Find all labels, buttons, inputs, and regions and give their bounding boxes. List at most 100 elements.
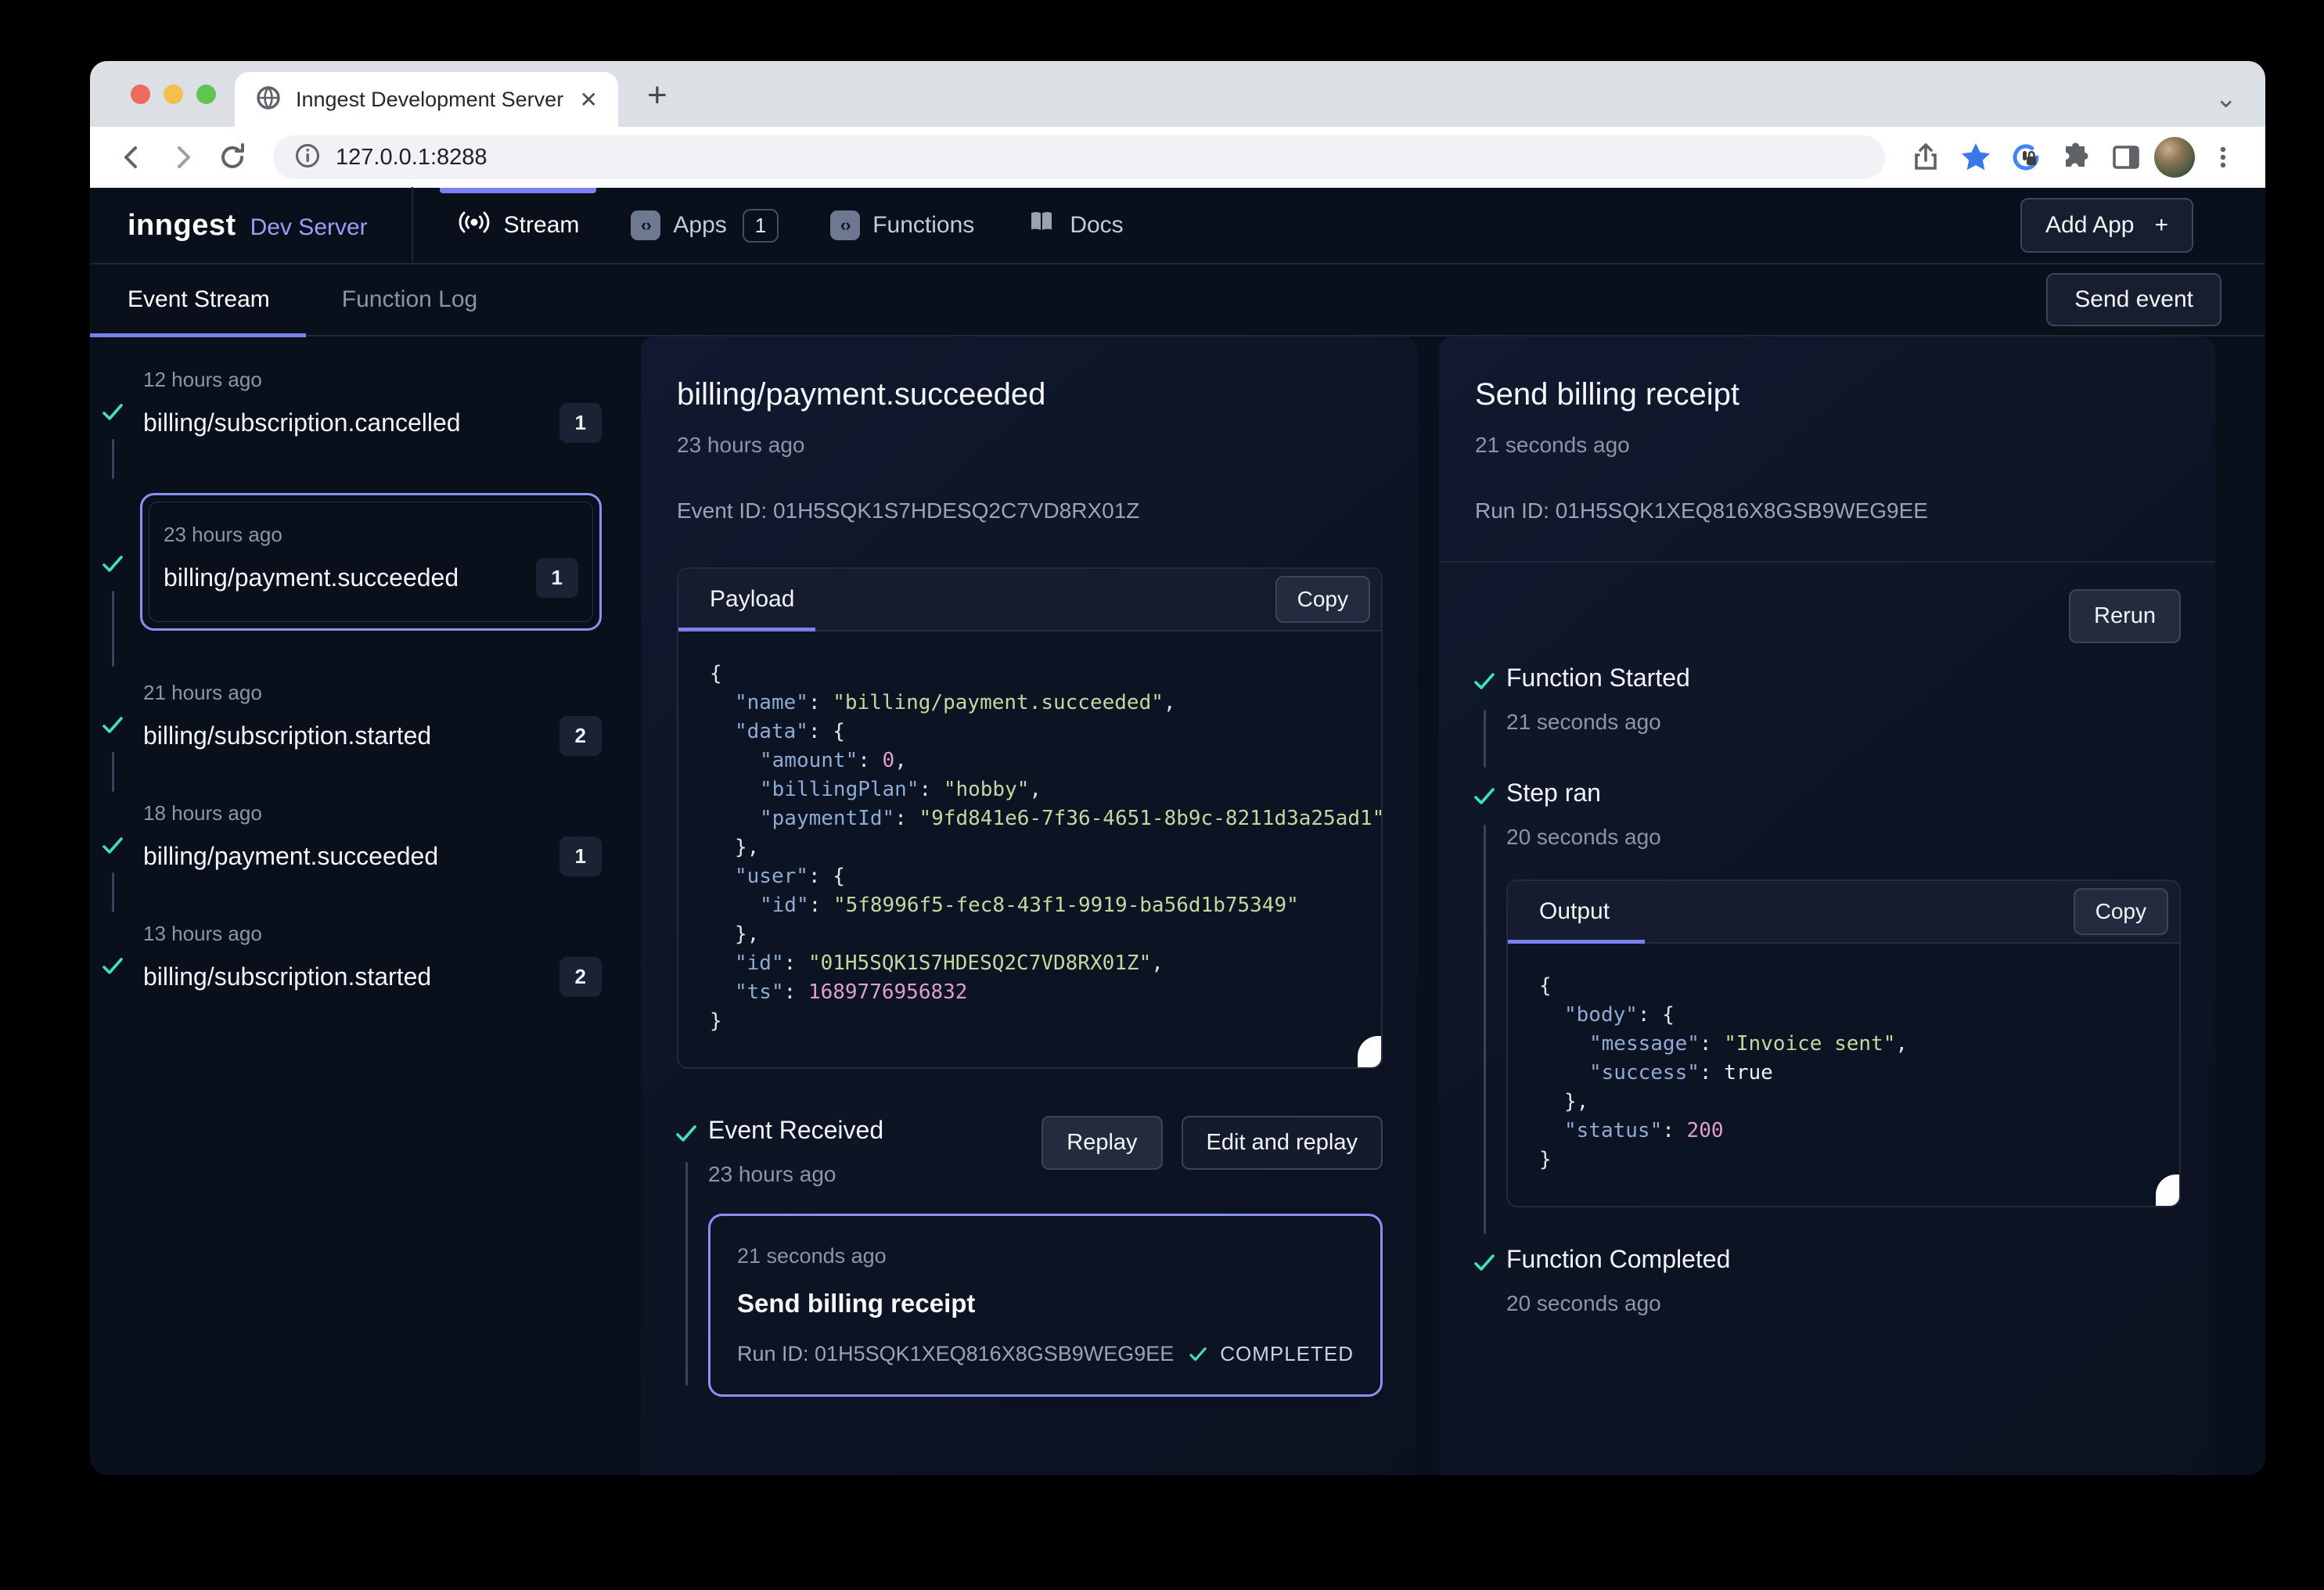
nav-item-stream[interactable]: Stream: [435, 188, 602, 263]
nav-divider: [412, 187, 413, 264]
event-title: billing/payment.succeeded: [677, 377, 1383, 412]
url-bar[interactable]: 127.0.0.1:8288: [273, 135, 1885, 179]
check-icon: [1471, 668, 1498, 699]
rerun-button[interactable]: Rerun: [2069, 589, 2181, 643]
code-line: "id": "01H5SQK1S7HDESQ2C7VD8RX01Z",: [694, 949, 1365, 978]
nav-item-functions[interactable]: ‹› Functions: [808, 188, 996, 263]
payload-card: Payload Copy {"name": "billing/payment.s…: [677, 567, 1383, 1069]
extensions-puzzle-icon[interactable]: [2054, 135, 2098, 179]
event-list-item[interactable]: 23 hours ago billing/payment.succeeded 1: [90, 493, 611, 676]
nav-item-label: Docs: [1070, 212, 1123, 239]
code-line: },: [694, 833, 1365, 862]
event-list-item[interactable]: 12 hours ago billing/subscription.cancel…: [90, 368, 611, 488]
event-item-time: 18 hours ago: [143, 801, 602, 826]
profile-avatar[interactable]: [2154, 137, 2195, 178]
side-panel-icon[interactable]: [2104, 135, 2148, 179]
step-time: 20 seconds ago: [1506, 1291, 2181, 1316]
app-logo[interactable]: inngest Dev Server: [90, 209, 412, 243]
window-controls[interactable]: [131, 85, 216, 104]
code-line: {: [694, 660, 1365, 689]
code-line: "billingPlan": "hobby",: [694, 775, 1365, 804]
reload-icon[interactable]: [210, 135, 254, 179]
kebab-menu-icon[interactable]: [2201, 135, 2245, 179]
copy-payload-button[interactable]: Copy: [1275, 576, 1370, 623]
output-json[interactable]: {"body": {"message": "Invoice sent","suc…: [1508, 944, 2179, 1206]
run-status-badge: COMPLETED: [1187, 1342, 1354, 1366]
edit-and-replay-button[interactable]: Edit and replay: [1182, 1116, 1383, 1170]
code-line: "id": "5f8996f5-fec8-43f1-9919-ba56d1b75…: [694, 891, 1365, 920]
event-count-badge: 2: [559, 716, 602, 756]
timeline-connector: [112, 439, 114, 479]
close-tab-icon[interactable]: ✕: [580, 87, 598, 113]
tab-title: Inngest Development Server: [296, 88, 574, 112]
run-time: 21 seconds ago: [1475, 433, 2181, 458]
run-title: Send billing receipt: [1475, 377, 2181, 412]
function-run-card[interactable]: 21 seconds ago Send billing receipt Run …: [708, 1214, 1383, 1397]
code-line: "user": {: [694, 862, 1365, 891]
run-card-run-id: Run ID: 01H5SQK1XEQ816X8GSB9WEG9EE: [737, 1342, 1187, 1366]
bookmark-star-icon[interactable]: [1954, 135, 1998, 179]
check-icon: [99, 953, 126, 984]
browser-tab[interactable]: Inngest Development Server ✕: [235, 72, 618, 127]
code-line: "body": {: [1524, 1001, 2164, 1030]
book-icon: [1026, 207, 1057, 244]
tab-function-log[interactable]: Function Log: [270, 286, 477, 313]
back-icon[interactable]: [110, 135, 154, 179]
code-line: "ts": 1689776956832: [694, 978, 1365, 1007]
event-item-name: billing/subscription.cancelled: [143, 408, 559, 437]
run-card-time: 21 seconds ago: [737, 1244, 1354, 1268]
event-item-name: billing/payment.succeeded: [164, 563, 536, 592]
event-received-label: Event Received: [708, 1116, 883, 1145]
code-line: "name": "billing/payment.succeeded",: [694, 689, 1365, 718]
nav-item-docs[interactable]: Docs: [1004, 188, 1145, 263]
output-tab[interactable]: Output: [1508, 881, 1610, 942]
add-app-button[interactable]: Add App +: [2020, 198, 2193, 253]
inngest-logo: inngest: [128, 209, 236, 243]
url-text[interactable]: 127.0.0.1:8288: [336, 145, 487, 171]
panel-divider: [1439, 561, 2215, 563]
forward-icon[interactable]: [160, 135, 204, 179]
event-detail-panel: billing/payment.succeeded 23 hours ago E…: [641, 336, 1417, 1475]
minimize-window-button[interactable]: [164, 85, 183, 104]
event-item-time: 23 hours ago: [164, 523, 578, 547]
event-received-time: 23 hours ago: [708, 1162, 883, 1187]
event-list-item[interactable]: 21 hours ago billing/subscription.starte…: [90, 681, 611, 801]
share-icon[interactable]: [1904, 135, 1948, 179]
app-top-nav: inngest Dev Server Stream ‹› Apps 1 ‹›: [90, 188, 2265, 264]
payload-json[interactable]: {"name": "billing/payment.succeeded","da…: [678, 631, 1381, 1067]
step-label: Function Started: [1506, 664, 2181, 692]
browser-window: Inngest Development Server ✕ + ⌄ 127.0.0…: [90, 61, 2265, 1475]
tab-search-chevron-icon[interactable]: ⌄: [2215, 83, 2238, 114]
site-info-icon[interactable]: [293, 142, 322, 174]
selected-event-card[interactable]: 23 hours ago billing/payment.succeeded 1: [140, 493, 602, 631]
check-icon: [1187, 1344, 1209, 1365]
event-list-item[interactable]: 18 hours ago billing/payment.succeeded 1: [90, 801, 611, 922]
maximize-window-button[interactable]: [196, 85, 216, 104]
check-icon: [99, 712, 126, 743]
timeline-connector: [112, 591, 114, 667]
close-window-button[interactable]: [131, 85, 150, 104]
tab-event-stream[interactable]: Event Stream: [90, 286, 270, 313]
event-id: Event ID: 01H5SQK1S7HDESQ2C7VD8RX01Z: [677, 498, 1383, 523]
browser-toolbar: 127.0.0.1:8288: [90, 127, 2265, 188]
nav-item-apps[interactable]: ‹› Apps 1: [609, 188, 800, 263]
replay-button[interactable]: Replay: [1041, 1116, 1162, 1170]
event-count-badge: 1: [536, 558, 578, 598]
payload-tab[interactable]: Payload: [678, 569, 794, 630]
check-icon: [1471, 783, 1498, 814]
code-box-icon: ‹›: [631, 210, 660, 240]
output-card: Output Copy {"body": {"message": "Invoic…: [1506, 880, 2181, 1207]
timeline-connector: [112, 752, 114, 792]
event-item-name: billing/payment.succeeded: [143, 842, 559, 871]
new-tab-button[interactable]: +: [647, 78, 667, 113]
event-count-badge: 1: [559, 836, 602, 876]
code-line: "data": {: [694, 718, 1365, 746]
check-icon: [99, 399, 126, 430]
event-list-item[interactable]: 13 hours ago billing/subscription.starte…: [90, 922, 611, 1042]
privacy-extension-icon[interactable]: [2004, 135, 2048, 179]
main-content: 12 hours ago billing/subscription.cancel…: [90, 336, 2265, 1475]
nav-item-label: Functions: [872, 212, 974, 239]
send-event-button[interactable]: Send event: [2046, 273, 2221, 326]
step-time: 20 seconds ago: [1506, 825, 2181, 850]
copy-output-button[interactable]: Copy: [2074, 888, 2168, 935]
